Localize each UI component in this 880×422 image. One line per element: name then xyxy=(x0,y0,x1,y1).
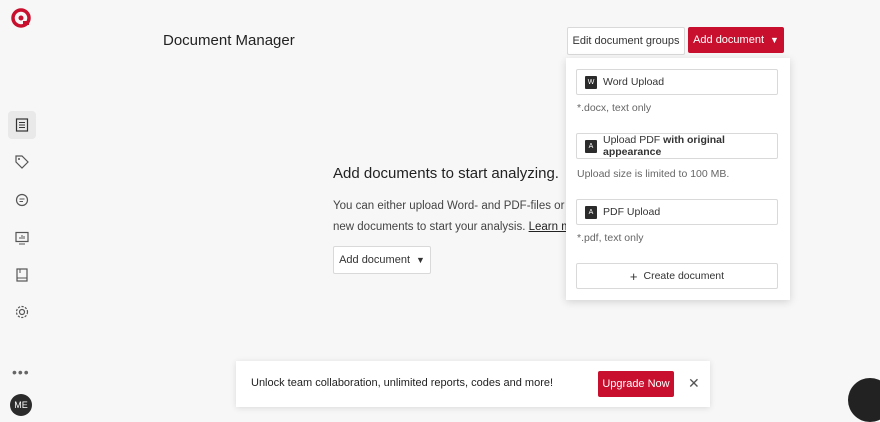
upgrade-now-button[interactable]: Upgrade Now xyxy=(598,371,674,397)
close-icon[interactable]: ✕ xyxy=(688,375,700,392)
create-document-button[interactable]: + Create document xyxy=(576,263,778,289)
word-file-icon: W xyxy=(585,75,597,89)
add-document-secondary-button[interactable]: Add document ▼ xyxy=(333,246,431,274)
sidebar-item-memos[interactable] xyxy=(8,186,36,214)
sidebar-item-reports[interactable] xyxy=(8,224,36,252)
app-logo-icon[interactable] xyxy=(11,8,31,28)
empty-state-description: You can either upload Word- and PDF-file… xyxy=(333,196,593,238)
sidebar-item-settings[interactable] xyxy=(8,298,36,326)
chat-widget-icon[interactable] xyxy=(848,378,880,422)
chevron-down-icon: ▼ xyxy=(770,35,779,45)
add-document-secondary-label: Add document xyxy=(339,254,410,266)
page-title: Document Manager xyxy=(163,32,295,49)
chevron-down-icon: ▼ xyxy=(416,255,425,265)
document-icon xyxy=(15,118,29,132)
sidebar-item-documents[interactable] xyxy=(8,111,36,139)
chat-icon xyxy=(15,193,29,207)
word-upload-option[interactable]: W Word Upload xyxy=(576,69,778,95)
empty-state-text-2: new documents to start your analysis. xyxy=(333,221,529,233)
more-options-icon[interactable]: ••• xyxy=(12,364,30,380)
word-upload-label: Word Upload xyxy=(603,76,665,88)
tag-icon xyxy=(15,155,29,169)
gear-icon xyxy=(15,305,29,319)
pdf-upload-label: PDF Upload xyxy=(603,206,661,218)
avatar[interactable]: ME xyxy=(10,394,32,416)
upload-pdf-original-option[interactable]: A Upload PDF with original appearance xyxy=(576,133,778,159)
learn-more-link[interactable]: Learn m xyxy=(529,221,571,233)
sidebar-item-codebook[interactable] xyxy=(8,261,36,289)
upgrade-banner: Unlock team collaboration, unlimited rep… xyxy=(236,361,710,407)
pdf-upload-note: *.pdf, text only xyxy=(577,232,644,244)
edit-document-groups-button[interactable]: Edit document groups xyxy=(567,27,685,55)
word-upload-note: *.docx, text only xyxy=(577,102,652,114)
pdf-file-icon: A xyxy=(585,139,597,153)
create-document-label: Create document xyxy=(643,270,725,282)
pdf-file-icon: A xyxy=(585,205,597,219)
book-icon xyxy=(16,268,28,282)
sidebar: ••• ME xyxy=(0,0,44,418)
empty-state-title: Add documents to start analyzing. xyxy=(333,165,559,182)
upload-pdf-original-label: Upload PDF with original appearance xyxy=(603,134,777,158)
upload-size-note: Upload size is limited to 100 MB. xyxy=(577,168,730,180)
sidebar-item-codes[interactable] xyxy=(8,148,36,176)
add-document-dropdown: W Word Upload *.docx, text only A Upload… xyxy=(566,58,790,300)
presentation-chart-icon xyxy=(15,231,29,245)
plus-icon: + xyxy=(629,268,638,284)
upload-pdf-prefix: Upload PDF xyxy=(603,134,664,146)
pdf-upload-option[interactable]: A PDF Upload xyxy=(576,199,778,225)
upgrade-banner-text: Unlock team collaboration, unlimited rep… xyxy=(251,377,554,389)
empty-state-text-1: You can either upload Word- and PDF-file… xyxy=(333,200,574,212)
add-document-button[interactable]: Add document ▼ xyxy=(688,27,784,53)
add-document-label: Add document xyxy=(693,34,764,46)
